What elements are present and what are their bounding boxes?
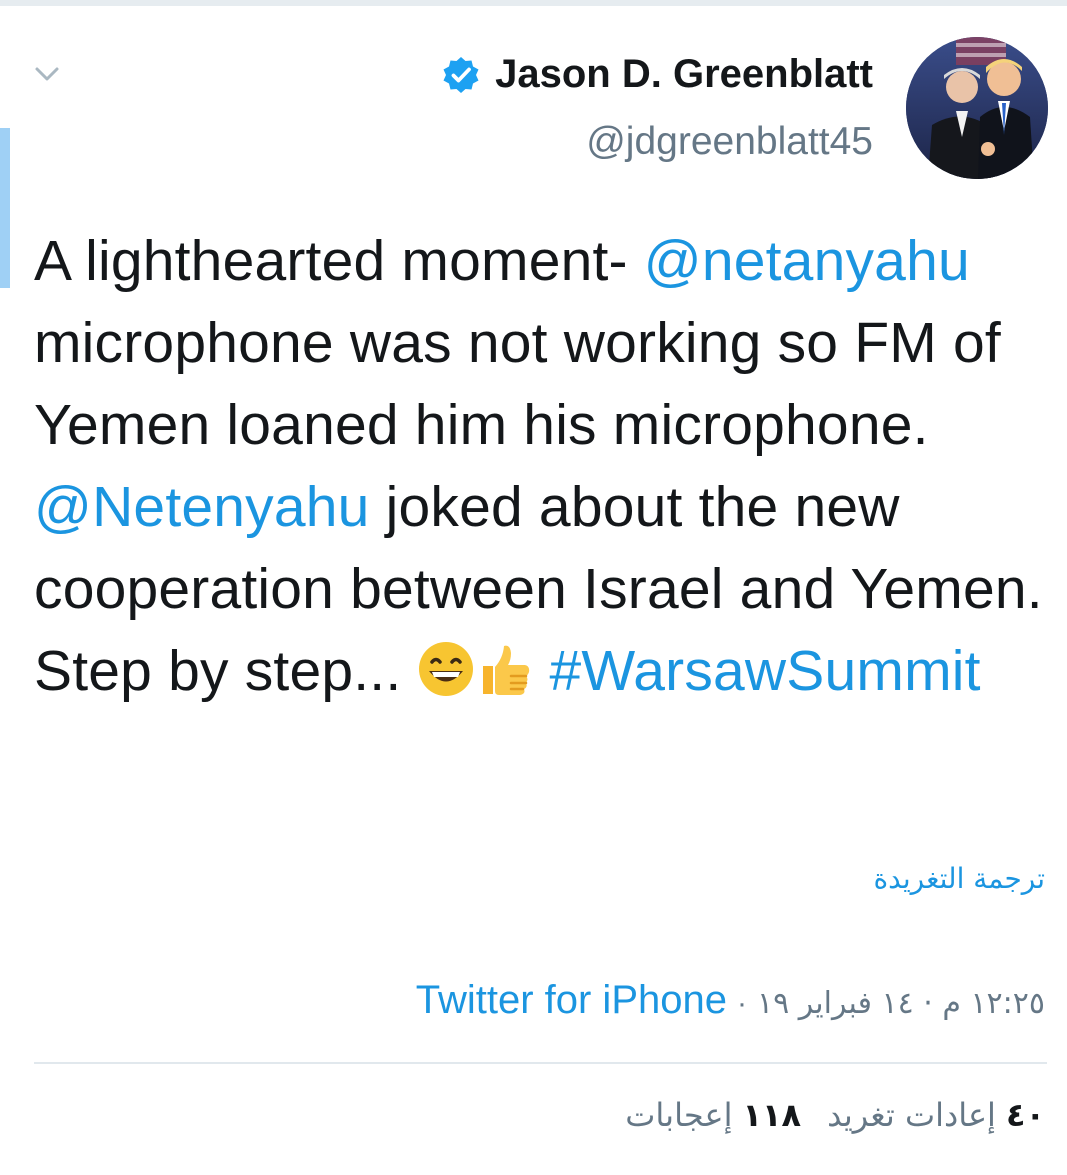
- thumbs-up-emoji: [483, 645, 530, 695]
- tweet-text-part: A lighthearted moment-: [34, 229, 644, 293]
- retweets-stat[interactable]: ٤٠ إعادات تغريد: [827, 1096, 1045, 1134]
- mention-link[interactable]: @Netenyahu: [34, 475, 370, 539]
- divider: [34, 1062, 1047, 1064]
- likes-stat[interactable]: ١١٨ إعجابات: [625, 1096, 801, 1134]
- translate-tweet-link[interactable]: ترجمة التغريدة: [873, 862, 1045, 895]
- author-name-row[interactable]: Jason D. Greenblatt: [441, 52, 873, 97]
- top-border: [0, 0, 1067, 6]
- chevron-down-icon[interactable]: [34, 64, 60, 84]
- retweets-count: ٤٠: [1005, 1096, 1045, 1134]
- meta-separator: ·: [736, 987, 747, 1020]
- author-handle[interactable]: @jdgreenblatt45: [586, 120, 873, 164]
- retweets-label: إعادات تغريد: [827, 1096, 996, 1134]
- tweet-timestamp[interactable]: ١٢:٢٥ م · ١٤ فبراير ١٩: [757, 986, 1045, 1021]
- hashtag-link[interactable]: #WarsawSummit: [549, 639, 980, 703]
- tweet-meta: Twitter for iPhone · ١٢:٢٥ م · ١٤ فبراير…: [416, 978, 1045, 1023]
- tweet-stats: ٤٠ إعادات تغريد ١١٨ إعجابات: [625, 1096, 1045, 1134]
- tweet-text-part: microphone was not working so FM of Yeme…: [34, 311, 1001, 457]
- thread-accent-bar: [0, 128, 10, 288]
- avatar[interactable]: [906, 37, 1048, 179]
- tweet-text: A lighthearted moment- @netanyahu microp…: [34, 220, 1044, 712]
- likes-count: ١١٨: [742, 1096, 802, 1134]
- likes-label: إعجابات: [625, 1096, 733, 1134]
- verified-badge-icon: [443, 56, 479, 93]
- author-display-name: Jason D. Greenblatt: [495, 52, 873, 96]
- tweet-source-link[interactable]: Twitter for iPhone: [416, 978, 727, 1023]
- grinning-face-emoji: [419, 642, 474, 696]
- mention-link[interactable]: @netanyahu: [644, 229, 970, 293]
